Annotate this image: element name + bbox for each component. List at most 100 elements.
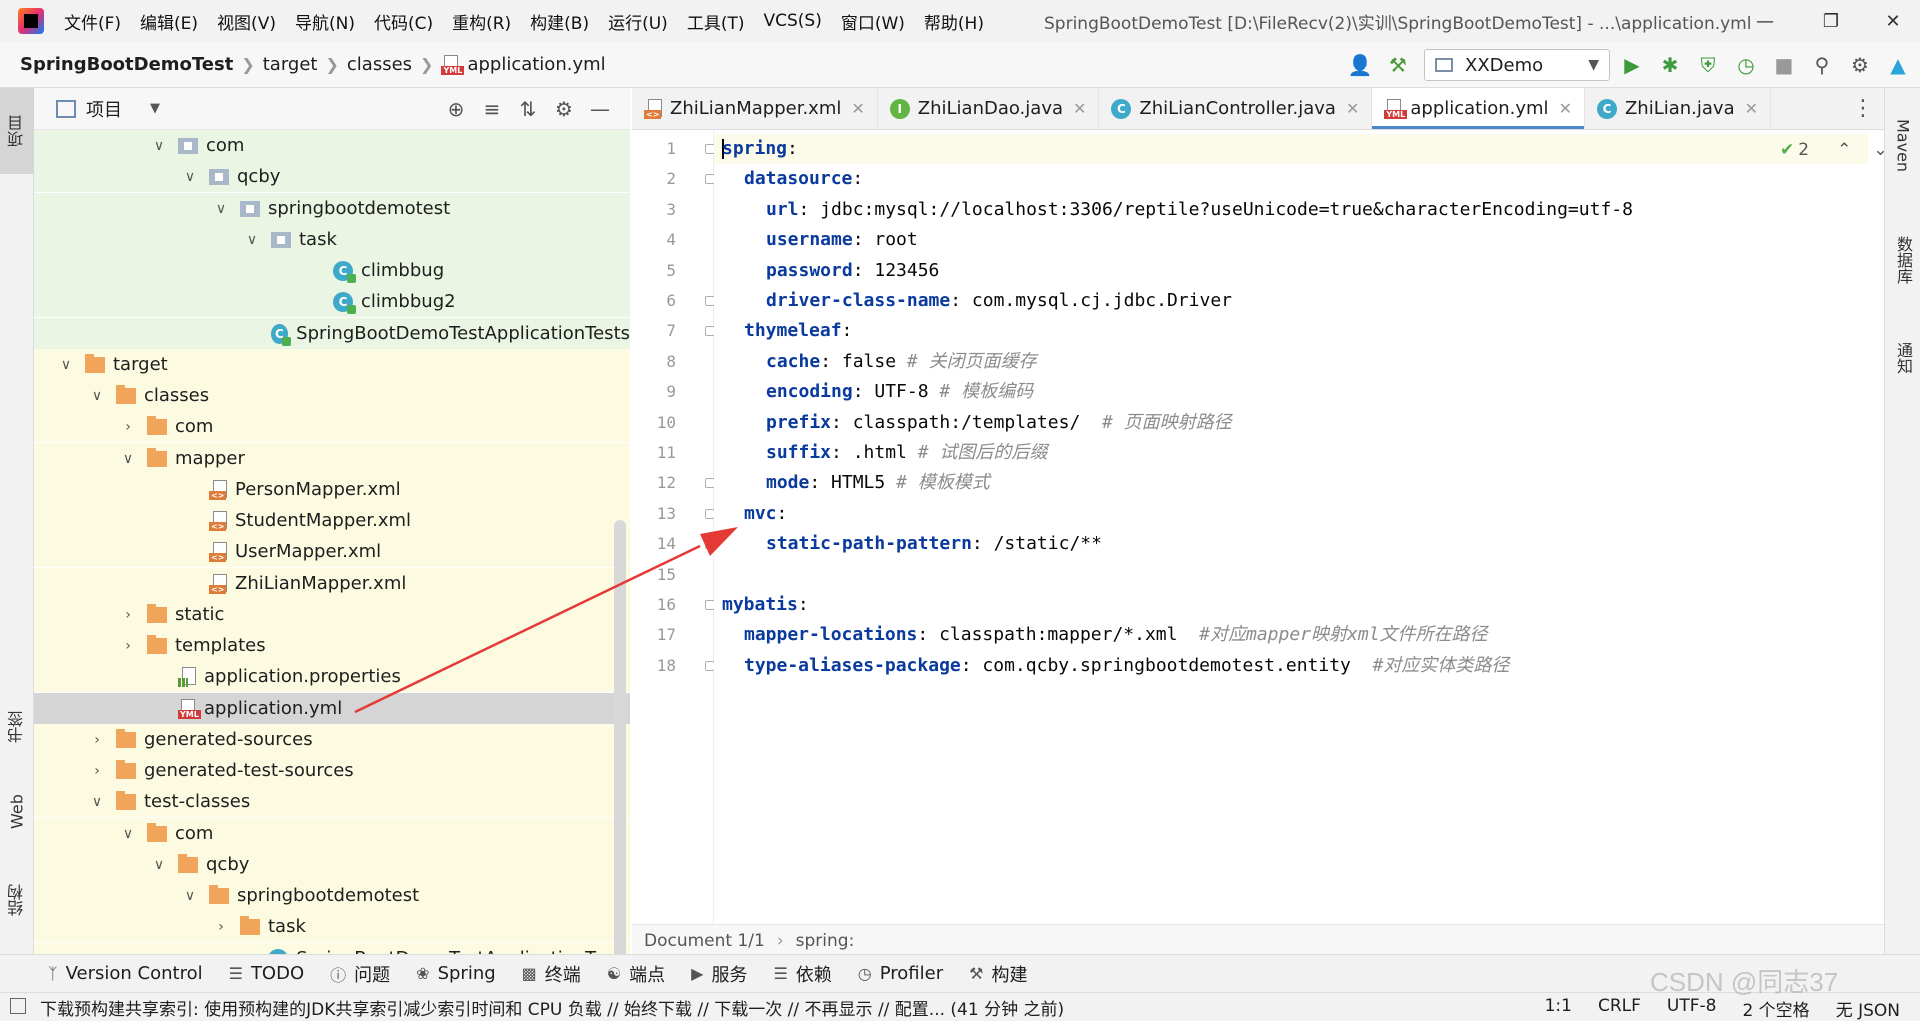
expand-all-icon[interactable]: ≡	[474, 94, 510, 124]
code-line[interactable]: thymeleaf:	[714, 316, 852, 346]
chevron-down-icon[interactable]: ∨	[212, 201, 230, 217]
indent-setting[interactable]: 2 个空格	[1742, 996, 1809, 1021]
code-line[interactable]: mvc:	[714, 499, 787, 529]
menu-vcs[interactable]: VCS(S)	[763, 11, 821, 31]
tree-node[interactable]: <> ZhiLianMapper.xml	[34, 568, 630, 599]
code-line[interactable]: mode: HTML5 # 模板模式	[714, 468, 990, 498]
close-tab-icon[interactable]: ✕	[1073, 99, 1086, 118]
search-icon[interactable]: ⚲	[1806, 49, 1838, 81]
run-configuration-select[interactable]: XXDemo ▼	[1424, 49, 1610, 81]
tree-node[interactable]: ∨ qcby	[34, 161, 630, 192]
build-hammer-icon[interactable]: ⚒	[1382, 49, 1414, 81]
minimize-icon[interactable]: —	[1750, 6, 1780, 36]
chevron-down-icon[interactable]: ∨	[243, 232, 261, 248]
code-line[interactable]: username: root	[714, 225, 918, 255]
chevron-down-icon[interactable]: ∨	[88, 388, 106, 404]
code-line[interactable]: type-aliases-package: com.qcby.springboo…	[714, 651, 1509, 681]
services-tool[interactable]: ▶ 服务	[691, 961, 747, 987]
close-tab-icon[interactable]: ✕	[1346, 99, 1359, 118]
project-tool-tab[interactable]: 项目	[0, 88, 34, 174]
menu-window[interactable]: 窗口(W)	[841, 9, 905, 34]
toggle-tool-windows-icon[interactable]	[10, 998, 26, 1014]
document-indicator[interactable]: Document 1/1	[644, 931, 765, 951]
build-tool[interactable]: ⚒ 构建	[969, 961, 1027, 987]
tree-node[interactable]: <> StudentMapper.xml	[34, 505, 630, 536]
code-line[interactable]: cache: false # 关闭页面缓存	[714, 347, 1037, 377]
stop-icon[interactable]: ■	[1768, 49, 1800, 81]
code-line[interactable]: encoding: UTF-8 # 模板编码	[714, 377, 1033, 407]
tree-node[interactable]: CSpringBootDemoTestApplicationTests	[34, 943, 630, 954]
tree-node[interactable]: ∨ task	[34, 224, 630, 255]
tree-node[interactable]: Cclimbbug	[34, 255, 630, 286]
chevron-right-icon[interactable]: ›	[212, 919, 230, 935]
tree-node[interactable]: › task	[34, 911, 630, 942]
menu-refactor[interactable]: 重构(R)	[452, 9, 511, 34]
gear-icon[interactable]: ⚙	[1844, 49, 1876, 81]
close-tab-icon[interactable]: ✕	[851, 99, 864, 118]
web-tool-tab[interactable]: Web	[0, 776, 34, 848]
code-line[interactable]: mybatis:	[714, 590, 809, 620]
editor-tab[interactable]: C ZhiLian.java ✕	[1585, 88, 1772, 129]
code-line[interactable]: password: 123456	[714, 256, 939, 286]
chevron-right-icon[interactable]: ›	[119, 419, 137, 435]
chevron-up-icon[interactable]: ⌃	[1837, 140, 1851, 160]
collapse-all-icon[interactable]: ⇅	[510, 94, 546, 124]
profile-icon[interactable]: ◷	[1730, 49, 1762, 81]
code-editor[interactable]: spring: datasource: url: jdbc:mysql://loca…	[714, 130, 1884, 924]
editor-tab[interactable]: I ZhiLianDao.java ✕	[878, 88, 1100, 129]
chevron-down-icon[interactable]: ∨	[119, 826, 137, 842]
coverage-icon[interactable]: ⛨	[1692, 49, 1724, 81]
close-tab-icon[interactable]: ✕	[1559, 99, 1572, 118]
notifications-tool-tab[interactable]: 通知	[1885, 318, 1920, 398]
editor-tab[interactable]: <> ZhiLianMapper.xml ✕	[632, 88, 878, 129]
chevron-down-icon[interactable]: ∨	[150, 857, 168, 873]
restore-icon[interactable]: ❐	[1816, 6, 1846, 36]
menu-code[interactable]: 代码(C)	[374, 9, 433, 34]
tree-node[interactable]: ∨ target	[34, 349, 630, 380]
profiler-tool[interactable]: ◷ Profiler	[858, 963, 943, 984]
structure-tool-tab[interactable]: 结构	[0, 860, 34, 940]
chevron-right-icon[interactable]: ›	[119, 638, 137, 654]
tree-node[interactable]: application.properties	[34, 661, 630, 692]
tree-node[interactable]: ∨ qcby	[34, 849, 630, 880]
breadcrumb-classes[interactable]: classes	[347, 54, 412, 75]
menu-navigate[interactable]: 导航(N)	[295, 9, 355, 34]
code-line[interactable]: spring:	[714, 134, 1868, 164]
run-icon[interactable]: ▶	[1616, 49, 1648, 81]
tree-node[interactable]: ∨ classes	[34, 380, 630, 411]
tree-node[interactable]: › generated-test-sources	[34, 755, 630, 786]
menu-file[interactable]: 文件(F)	[64, 9, 121, 34]
inspection-widget[interactable]: ✔ 2 ⌃ ⌄	[1780, 140, 1888, 160]
version-control-tool[interactable]: ᛉ Version Control	[48, 963, 203, 984]
code-line[interactable]: driver-class-name: com.mysql.cj.jdbc.Dri…	[714, 286, 1232, 316]
close-tab-icon[interactable]: ✕	[1745, 99, 1758, 118]
tree-node[interactable]: ∨ com	[34, 818, 630, 849]
menu-run[interactable]: 运行(U)	[608, 9, 668, 34]
todo-tool[interactable]: ☰ TODO	[229, 963, 305, 984]
jetbrains-toolbox-icon[interactable]: ▲	[1882, 49, 1914, 81]
line-separator[interactable]: CRLF	[1598, 996, 1641, 1021]
hide-panel-icon[interactable]: —	[582, 94, 618, 124]
tree-node[interactable]: › static	[34, 599, 630, 630]
code-line[interactable]: datasource:	[714, 164, 863, 194]
chevron-right-icon[interactable]: ›	[119, 607, 137, 623]
locate-file-icon[interactable]: ⊕	[438, 94, 474, 124]
tree-node[interactable]: ∨ test-classes	[34, 786, 630, 817]
chevron-down-icon[interactable]: ▼	[150, 101, 160, 116]
maven-tool-tab[interactable]: Maven	[1885, 98, 1920, 194]
gear-icon[interactable]: ⚙	[546, 94, 582, 124]
breadcrumb-key[interactable]: spring:	[796, 931, 855, 951]
close-window-icon[interactable]: ✕	[1878, 6, 1908, 36]
file-encoding[interactable]: UTF-8	[1667, 996, 1717, 1021]
debug-icon[interactable]: ✱	[1654, 49, 1686, 81]
breadcrumb-project[interactable]: SpringBootDemoTest	[20, 54, 233, 75]
chevron-right-icon[interactable]: ›	[88, 732, 106, 748]
breadcrumb-file[interactable]: application.yml	[467, 54, 605, 75]
terminal-tool[interactable]: ▩ 终端	[522, 961, 581, 987]
menu-build[interactable]: 构建(B)	[530, 9, 589, 34]
menu-view[interactable]: 视图(V)	[217, 9, 276, 34]
tree-node[interactable]: YML application.yml	[34, 693, 630, 724]
code-line[interactable]: prefix: classpath:/templates/ # 页面映射路径	[714, 408, 1232, 438]
chevron-down-icon[interactable]: ∨	[119, 451, 137, 467]
caret-position[interactable]: 1:1	[1545, 996, 1572, 1021]
